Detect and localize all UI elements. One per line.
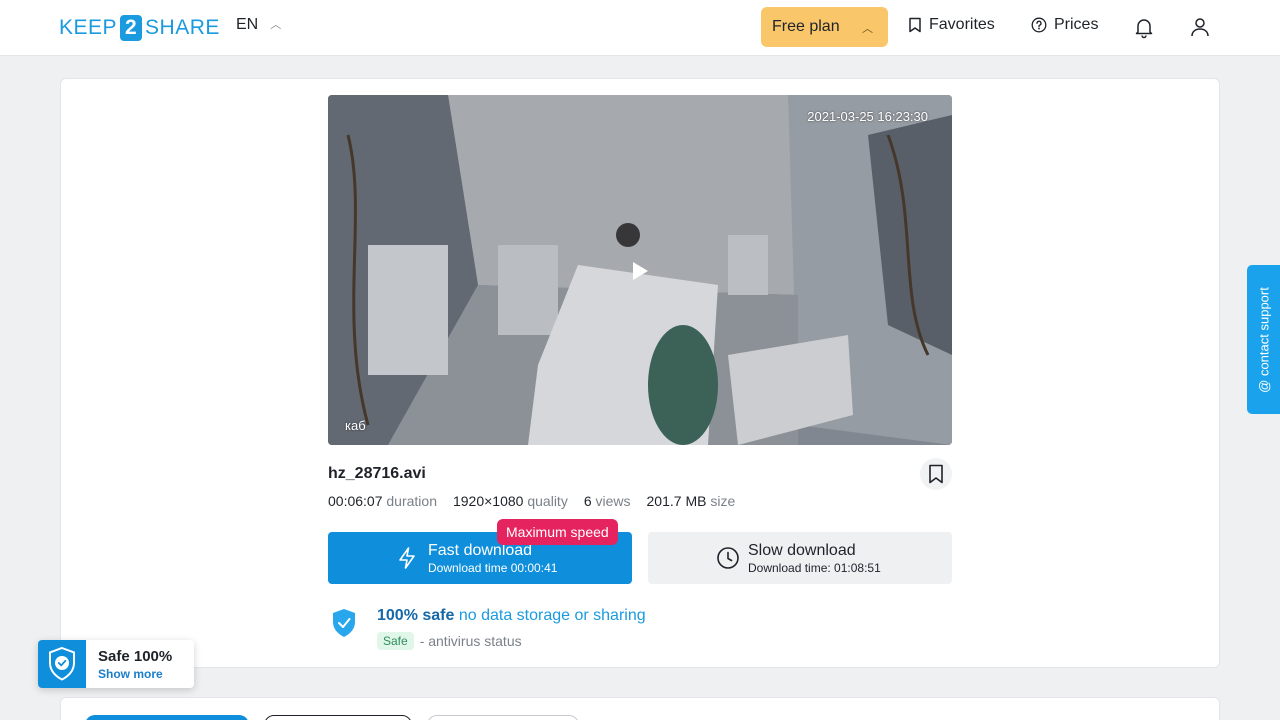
meta-views: 6 views — [583, 493, 631, 509]
tab-active[interactable] — [85, 715, 249, 720]
favorites-link[interactable]: Favorites — [908, 16, 995, 34]
contact-support-button[interactable]: @ contact support — [1247, 265, 1280, 414]
video-corner-label: каб — [345, 418, 366, 433]
meta-size: 201.7 MB size — [646, 493, 736, 509]
fast-download-time: Download time 00:00:41 — [428, 561, 558, 575]
file-name: hz_28716.avi — [328, 465, 426, 482]
free-plan-button[interactable]: Free plan ︿ — [761, 7, 888, 47]
maximum-speed-badge: Maximum speed — [497, 519, 618, 545]
bookmark-icon — [929, 464, 943, 484]
logo-text-left: KEEP — [59, 16, 118, 39]
file-meta: 00:06:07 duration 1920×1080 quality 6 vi… — [328, 493, 735, 509]
language-label: EN — [236, 16, 259, 33]
safe-widget-title: Safe 100% — [98, 648, 173, 665]
play-icon — [633, 262, 648, 280]
video-timestamp: 2021-03-25 16:23:30 — [807, 109, 928, 124]
meta-duration: 00:06:07 duration — [328, 493, 437, 509]
contact-support-label: @ contact support — [1256, 286, 1271, 393]
add-favorite-button[interactable] — [920, 458, 952, 490]
prices-link[interactable]: Prices — [1031, 16, 1098, 34]
logo-badge: 2 — [120, 15, 143, 41]
shield-check-icon — [333, 609, 355, 637]
antivirus-status: Safe - antivirus status — [377, 632, 522, 650]
clock-icon — [717, 547, 739, 569]
slow-download-time: Download time: 01:08:51 — [748, 561, 881, 575]
user-icon[interactable] — [1188, 15, 1212, 39]
bookmark-icon — [909, 17, 921, 33]
chevron-up-icon: ︿ — [270, 19, 282, 31]
favorites-label: Favorites — [929, 16, 995, 33]
safe-pill: Safe — [377, 632, 414, 650]
meta-quality: 1920×1080 quality — [452, 493, 568, 509]
video-preview[interactable]: 2021-03-25 16:23:30 каб — [328, 95, 952, 445]
language-selector[interactable]: EN ︿ — [236, 16, 281, 34]
antivirus-status-label: - antivirus status — [419, 633, 522, 649]
bottom-card — [60, 697, 1220, 720]
prices-label: Prices — [1054, 16, 1099, 33]
widget-shield-box — [38, 640, 86, 688]
show-more-link[interactable]: Show more — [98, 667, 163, 681]
logo[interactable]: KEEP 2 SHARE — [59, 14, 220, 42]
chevron-up-icon: ︿ — [862, 23, 873, 35]
logo-text-right: SHARE — [145, 16, 220, 39]
shield-check-icon — [49, 646, 75, 681]
safe-widget[interactable]: Safe 100% Show more — [38, 640, 194, 688]
top-header: KEEP 2 SHARE EN ︿ Free plan ︿ Favorites Pr… — [0, 0, 1280, 56]
bell-icon[interactable] — [1132, 15, 1156, 39]
slow-download-button[interactable]: Slow download Download time: 01:08:51 — [648, 532, 952, 584]
safety-statement: 100% safe no data storage or sharing — [377, 607, 646, 624]
tab-third[interactable] — [427, 715, 579, 720]
lightning-icon — [399, 547, 415, 569]
question-circle-icon — [1031, 17, 1047, 33]
tab-second[interactable] — [264, 715, 412, 720]
free-plan-label: Free plan — [772, 18, 840, 35]
slow-download-title: Slow download — [748, 542, 856, 559]
